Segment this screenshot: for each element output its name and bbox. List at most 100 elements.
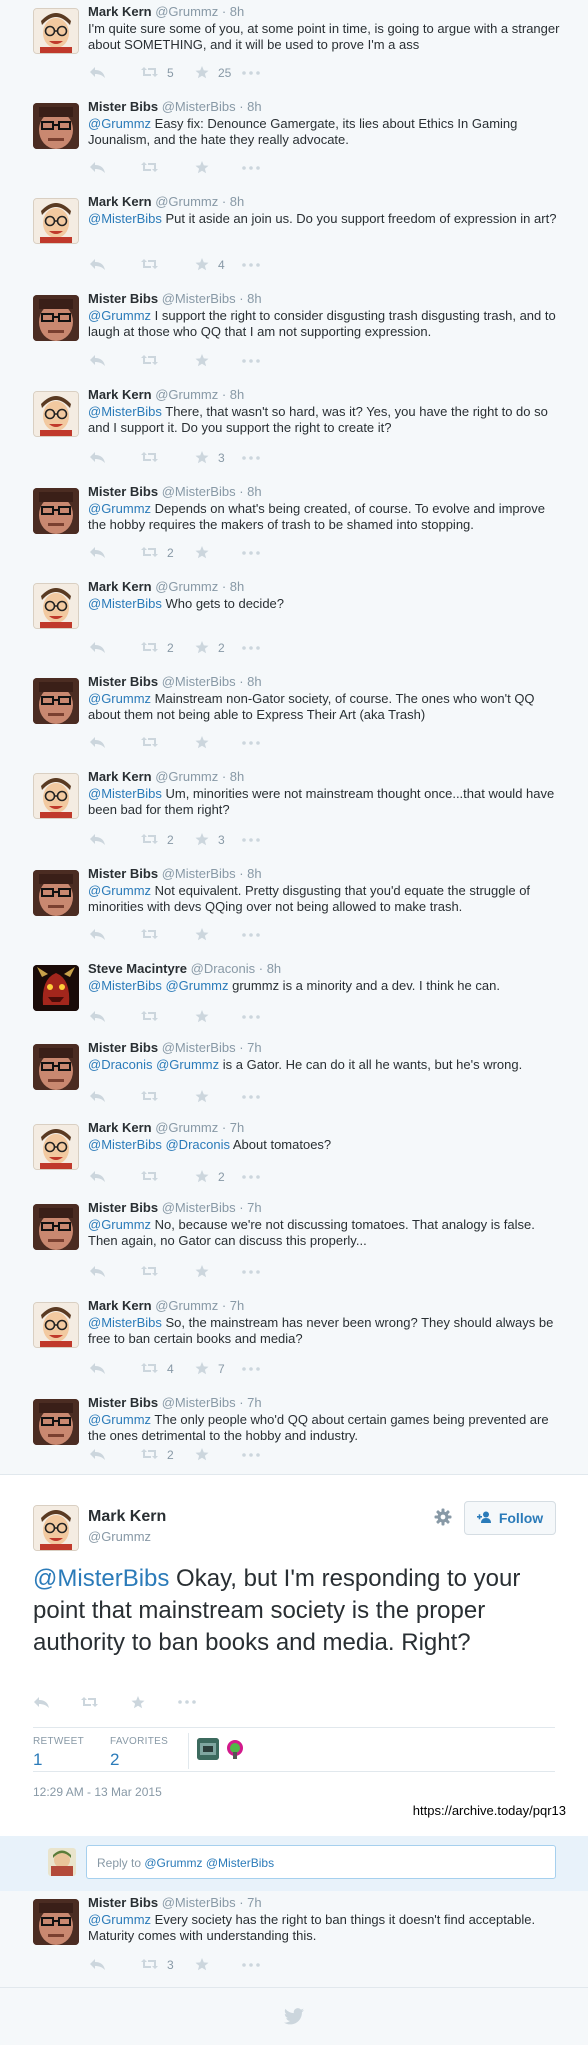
author-name[interactable]: Mark Kern (88, 1120, 152, 1135)
reply-icon[interactable] (89, 1090, 106, 1103)
retweet-icon[interactable] (140, 258, 159, 270)
retweet-icon[interactable] (140, 1010, 159, 1022)
reply-icon[interactable] (89, 1010, 106, 1023)
author-name[interactable]: Mister Bibs (88, 674, 158, 689)
thread-tweet[interactable]: Mark Kern @Grummz · 8h @MisterBibs There,… (0, 383, 588, 481)
author-name[interactable]: Mister Bibs (88, 291, 158, 306)
thread-tweet[interactable]: Mark Kern @Grummz · 8h I'm quite sure som… (0, 0, 588, 96)
star-icon[interactable] (195, 258, 209, 271)
author-handle[interactable]: @MisterBibs (162, 1395, 236, 1410)
follow-button[interactable]: Follow (464, 1501, 556, 1535)
avatar[interactable] (33, 488, 79, 534)
tweet-time[interactable]: 8h (267, 961, 281, 976)
thread-tweet[interactable]: Mister Bibs @MisterBibs · 8h @Grummz Not … (0, 862, 588, 958)
thread-tweet[interactable]: Mark Kern @Grummz · 8h @MisterBibs Um, mi… (0, 765, 588, 863)
twitter-bird-icon[interactable] (284, 2008, 304, 2025)
author-handle[interactable]: @Draconis (191, 961, 256, 976)
star-icon[interactable] (195, 736, 209, 749)
author-name[interactable]: Mister Bibs (88, 484, 158, 499)
avatar[interactable] (33, 1124, 79, 1170)
author-handle[interactable]: @MisterBibs (162, 1895, 236, 1910)
tweet-timestamp[interactable]: 12:29 AM - 13 Mar 2015 (33, 1785, 162, 1799)
more-icon[interactable] (242, 551, 260, 555)
retweet-icon[interactable] (140, 66, 159, 78)
author-handle[interactable]: @Grummz (155, 579, 218, 594)
star-icon[interactable] (195, 1362, 209, 1375)
author-handle[interactable]: @MisterBibs (162, 99, 236, 114)
retweet-icon[interactable] (80, 1696, 99, 1708)
avatar[interactable] (33, 1044, 79, 1090)
star-icon[interactable] (195, 1448, 209, 1461)
more-icon[interactable] (242, 263, 260, 267)
more-icon[interactable] (242, 1453, 260, 1457)
retweet-icon[interactable] (140, 1448, 159, 1460)
reply-icon[interactable] (89, 1170, 106, 1183)
reply-icon[interactable] (89, 1448, 106, 1461)
tweet-time[interactable]: 8h (247, 674, 261, 689)
retweet-icon[interactable] (140, 641, 159, 653)
tweet-time[interactable]: 8h (247, 484, 261, 499)
favoriter-avatar[interactable] (197, 1738, 219, 1760)
avatar[interactable] (33, 391, 79, 437)
author-handle[interactable]: @Grummz (155, 387, 218, 402)
more-icon[interactable] (242, 838, 260, 842)
mention-links[interactable]: @Grummz (88, 1912, 151, 1927)
retweet-icon[interactable] (140, 1265, 159, 1277)
retweet-icon[interactable] (140, 928, 159, 940)
author-name[interactable]: Steve Macintyre (88, 961, 187, 976)
mention-links[interactable]: @Grummz (88, 116, 151, 131)
avatar[interactable] (33, 965, 79, 1011)
reply-icon[interactable] (89, 546, 106, 559)
thread-tweet[interactable]: Mister Bibs @MisterBibs · 8h @Grummz Main… (0, 670, 588, 766)
tweet-time[interactable]: 8h (247, 99, 261, 114)
reply-icon[interactable] (33, 1696, 50, 1709)
tweet-time[interactable]: 7h (247, 1040, 261, 1055)
retweet-icon[interactable] (140, 451, 159, 463)
avatar[interactable] (33, 295, 79, 341)
favorites-stat[interactable]: FAVORITES 2 (110, 1736, 168, 1770)
author-name[interactable]: Mister Bibs (88, 1895, 158, 1910)
tweet-time[interactable]: 8h (230, 387, 244, 402)
author-name[interactable]: Mark Kern (88, 1508, 166, 1526)
author-handle[interactable]: @Grummz (88, 1529, 151, 1544)
avatar[interactable] (33, 1399, 79, 1445)
thread-tweet[interactable]: Mister Bibs @MisterBibs · 8h @Grummz Depe… (0, 480, 588, 576)
author-handle[interactable]: @MisterBibs (162, 291, 236, 306)
more-icon[interactable] (242, 646, 260, 650)
reply-icon[interactable] (89, 1362, 106, 1375)
star-icon[interactable] (195, 1170, 209, 1183)
avatar[interactable] (33, 583, 79, 629)
author-handle[interactable]: @Grummz (155, 1120, 218, 1135)
mention-links[interactable]: @Grummz (88, 501, 151, 516)
mention-links[interactable]: @Grummz (88, 308, 151, 323)
avatar[interactable] (33, 870, 79, 916)
author-handle[interactable]: @MisterBibs (162, 1200, 236, 1215)
more-icon[interactable] (242, 71, 260, 75)
reply-icon[interactable] (89, 354, 106, 367)
thread-tweet[interactable]: Mark Kern @Grummz · 8h @MisterBibs Who ge… (0, 575, 588, 671)
author-name[interactable]: Mister Bibs (88, 866, 158, 881)
reply-icon[interactable] (89, 928, 106, 941)
retweet-icon[interactable] (140, 1362, 159, 1374)
avatar[interactable] (33, 103, 79, 149)
author-handle[interactable]: @MisterBibs (162, 1040, 236, 1055)
retweet-icon[interactable] (140, 736, 159, 748)
favoriter-avatar[interactable] (224, 1738, 246, 1760)
thread-tweet[interactable]: Mister Bibs @MisterBibs · 7h @Draconis @G… (0, 1036, 588, 1117)
avatar[interactable] (33, 8, 79, 54)
mention-links[interactable]: @MisterBibs (88, 211, 162, 226)
star-icon[interactable] (195, 161, 209, 174)
avatar[interactable] (33, 678, 79, 724)
tweet-time[interactable]: 8h (247, 291, 261, 306)
author-name[interactable]: Mark Kern (88, 579, 152, 594)
settings-icon[interactable] (434, 1508, 452, 1526)
thread-tweet[interactable]: Steve Macintyre @Draconis · 8h @MisterBib… (0, 957, 588, 1037)
mention-links[interactable]: @Grummz (88, 883, 151, 898)
star-icon[interactable] (195, 1090, 209, 1103)
more-icon[interactable] (242, 1095, 260, 1099)
author-handle[interactable]: @Grummz (155, 4, 218, 19)
more-icon[interactable] (242, 1015, 260, 1019)
author-handle[interactable]: @MisterBibs (162, 484, 236, 499)
author-name[interactable]: Mister Bibs (88, 1395, 158, 1410)
retweet-icon[interactable] (140, 161, 159, 173)
